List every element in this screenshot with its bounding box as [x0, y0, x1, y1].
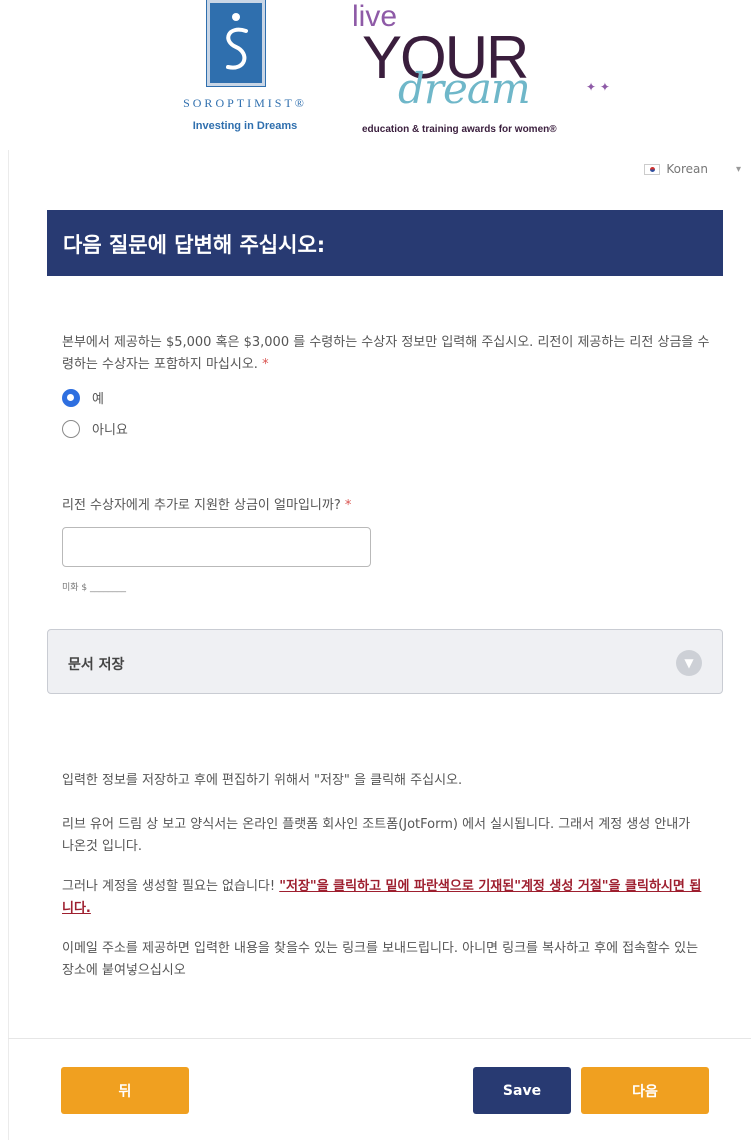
question-2-text: 리전 수상자에게 추가로 지원한 상금이 얼마입니까? [62, 498, 341, 513]
save-document-section[interactable]: 문서 저장 ▼ [47, 629, 723, 694]
info-paragraph-jotform: 리브 유어 드림 상 보고 양식서는 온라인 플랫폼 회사인 조트폼(JotFo… [62, 817, 691, 854]
radio-button-no[interactable] [62, 419, 80, 438]
logo-band: SOROPTIMIST® Investing in Dreams live YO… [0, 0, 751, 150]
live-your-dream-logo: live YOUR dream ✦ ✦ education & training… [350, 0, 620, 145]
info-account-prefix: 그러나 계정을 생성할 필요는 없습니다! [62, 879, 280, 894]
footer-divider [8, 1038, 751, 1039]
required-mark: * [344, 498, 352, 513]
save-button[interactable]: Save [473, 1067, 571, 1114]
soroptimist-name: SOROPTIMIST® [183, 96, 307, 110]
lyd-dream-text: dream [398, 64, 531, 113]
info-paragraph-save: 입력한 정보를 저장하고 후에 편집하기 위해서 "저장" 을 클릭해 주십시오… [62, 773, 463, 788]
next-button[interactable]: 다음 [581, 1067, 709, 1114]
chevron-down-icon[interactable]: ▼ [676, 650, 702, 676]
chevron-down-icon: ▾ [735, 163, 741, 175]
radio-button-yes[interactable] [62, 388, 80, 407]
question-1-label: 본부에서 제공하는 $5,000 혹은 $3,000 를 수령하는 수상자 정보… [62, 332, 712, 376]
amount-input[interactable] [62, 527, 371, 567]
lyd-tagline: education & training awards for women® [362, 124, 557, 135]
soroptimist-tagline: Investing in Dreams [192, 120, 298, 132]
question-2-label: 리전 수상자에게 추가로 지원한 상금이 얼마입니까? * [62, 494, 351, 513]
radio-label-yes: 예 [92, 392, 104, 407]
radio-label-no: 아니요 [92, 423, 128, 438]
soroptimist-logo: SOROPTIMIST® Investing in Dreams [155, 0, 335, 145]
info-paragraph-account: 그러나 계정을 생성할 필요는 없습니다! "저장"을 클릭하고 밑에 파란색으… [62, 876, 702, 920]
language-label: Korean [666, 162, 708, 176]
korea-flag-icon [644, 163, 661, 175]
back-button[interactable]: 뒤 [61, 1067, 189, 1114]
radio-option-yes[interactable]: 예 [62, 388, 104, 407]
info-paragraph-email: 이메일 주소를 제공하면 입력한 내용을 찾을수 있는 링크를 보내드립니다. … [62, 941, 699, 978]
stars-icon: ✦ ✦ [586, 80, 610, 94]
section-header: 다음 질문에 답변해 주십시오: [47, 210, 723, 276]
radio-option-no[interactable]: 아니요 [62, 419, 128, 438]
amount-sublabel: 미화 $ ________ [62, 583, 127, 593]
save-document-title: 문서 저장 [68, 657, 125, 673]
language-selector[interactable]: Korean ▾ [644, 162, 741, 176]
soroptimist-emblem-icon [206, 0, 266, 87]
question-1-text: 본부에서 제공하는 $5,000 혹은 $3,000 를 수령하는 수상자 정보… [62, 335, 710, 372]
required-mark: * [262, 357, 269, 372]
